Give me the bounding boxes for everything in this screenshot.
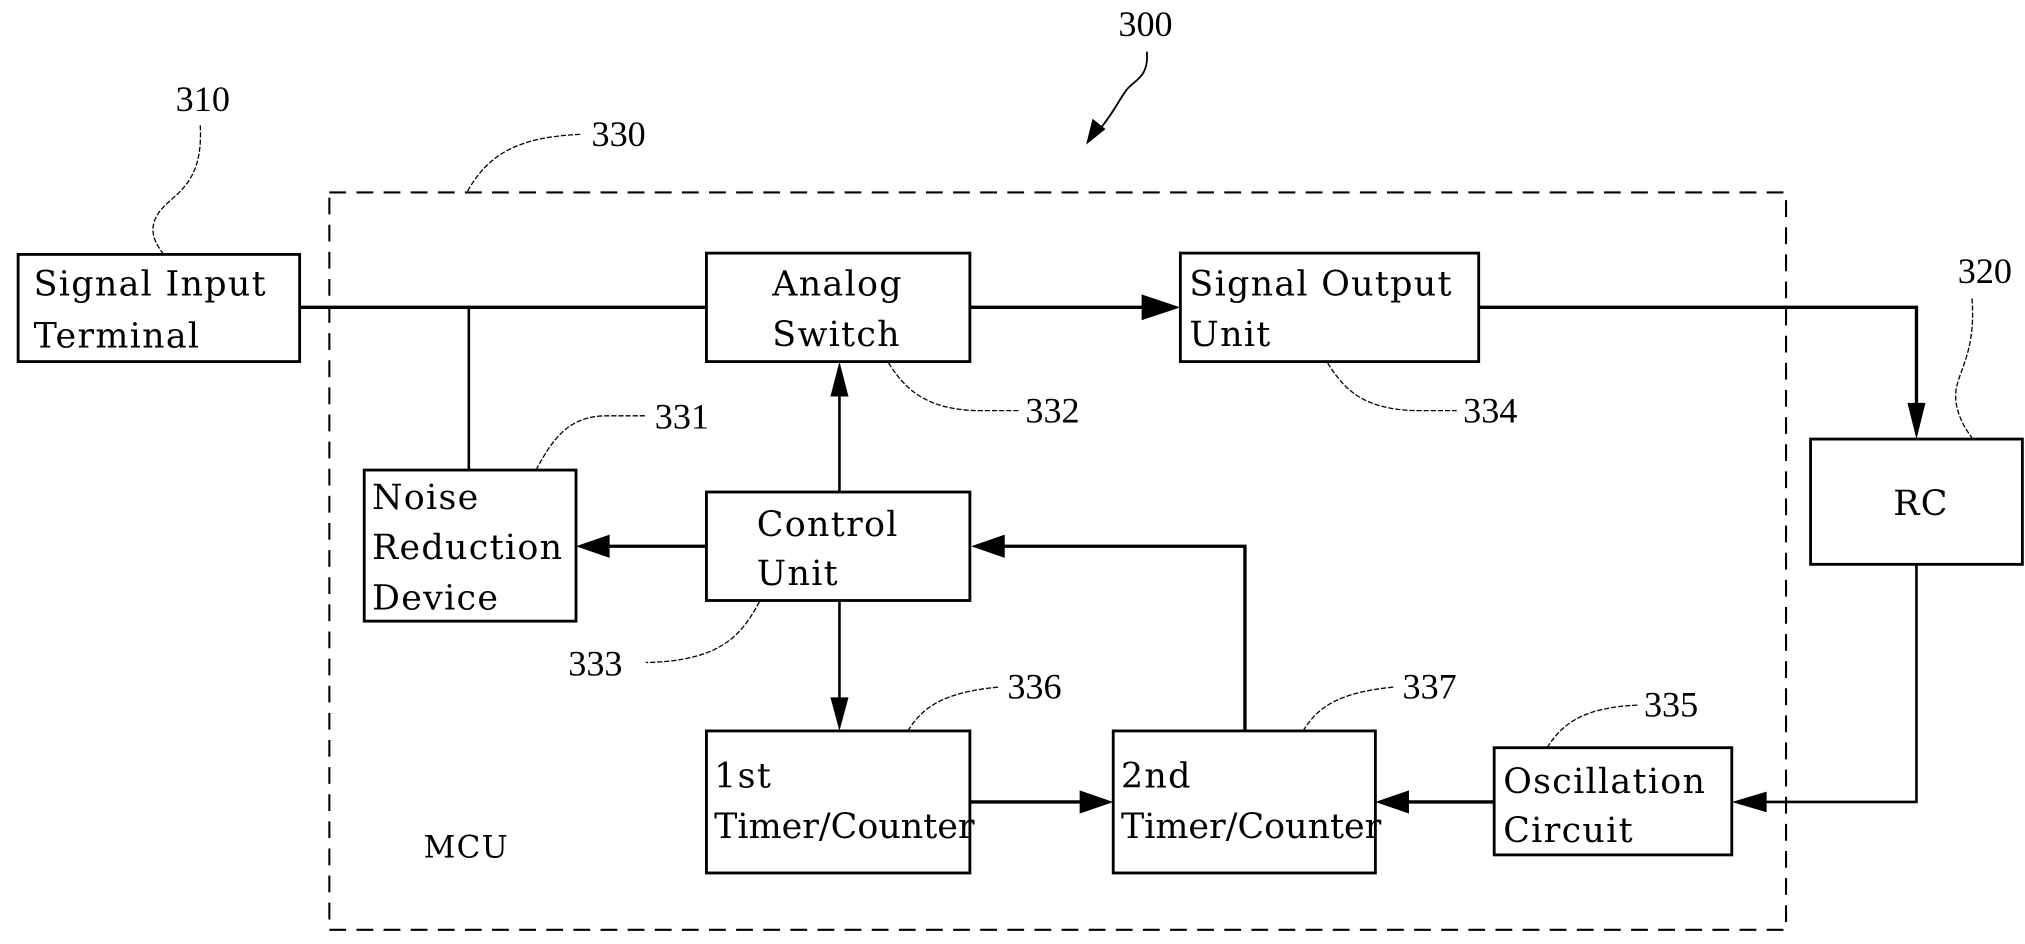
analog-switch-line2: Switch bbox=[772, 315, 901, 355]
analog-switch-ref: 332 bbox=[1025, 390, 1079, 430]
wire-output-to-rc bbox=[1478, 305, 1919, 420]
timer2-line2: Timer/Counter bbox=[1121, 807, 1382, 847]
control-unit-ref: 333 bbox=[568, 643, 622, 683]
arrowhead-rc bbox=[1907, 402, 1926, 440]
rc-ref: 320 bbox=[1958, 251, 2012, 291]
signal-output-line2: Unit bbox=[1189, 315, 1271, 355]
mcu-label: MCU bbox=[424, 829, 509, 865]
control-unit-line2: Unit bbox=[757, 554, 839, 594]
noise-reduction-line1: Noise bbox=[372, 478, 480, 518]
timer1-box bbox=[705, 729, 972, 875]
signal-output-leader bbox=[1327, 362, 1457, 412]
signal-input-leader bbox=[152, 125, 201, 254]
figure-pointer-arrowhead bbox=[1086, 118, 1106, 145]
oscillation-line2: Circuit bbox=[1503, 811, 1634, 851]
arrowhead-timer2-left bbox=[1079, 790, 1114, 814]
signal-input-line1: Signal Input bbox=[34, 265, 267, 305]
timer1-line2: Timer/Counter bbox=[714, 807, 975, 847]
mcu-leader bbox=[466, 133, 582, 192]
arrowhead-noise bbox=[576, 534, 610, 558]
noise-reduction-leader bbox=[535, 415, 646, 471]
signal-input-ref: 310 bbox=[176, 79, 230, 119]
signal-output-line1: Signal Output bbox=[1189, 265, 1452, 305]
arrowhead-control bbox=[971, 534, 1005, 558]
noise-reduction-line2: Reduction bbox=[372, 528, 563, 568]
timer2-leader bbox=[1302, 686, 1395, 732]
oscillation-line1: Oscillation bbox=[1503, 762, 1706, 802]
oscillation-leader bbox=[1546, 704, 1638, 749]
noise-reduction-ref: 331 bbox=[655, 397, 709, 437]
signal-input-line2: Terminal bbox=[34, 316, 201, 356]
timer2-box bbox=[1111, 729, 1377, 875]
control-unit-leader bbox=[645, 601, 760, 664]
rc-leader bbox=[1955, 298, 1974, 439]
noise-reduction-line3: Device bbox=[372, 579, 499, 619]
analog-switch-leader bbox=[887, 362, 1021, 412]
oscillation-ref: 335 bbox=[1644, 685, 1698, 725]
arrowhead-output bbox=[1141, 294, 1181, 321]
timer2-line1: 2nd bbox=[1121, 757, 1192, 797]
timer1-leader bbox=[907, 686, 1000, 732]
analog-switch-line1: Analog bbox=[771, 265, 903, 305]
signal-output-ref: 334 bbox=[1463, 390, 1517, 430]
arrowhead-timer1 bbox=[830, 697, 849, 731]
wire-rc-to-oscillation bbox=[1751, 564, 1918, 804]
figure-pointer-arrow bbox=[1097, 51, 1148, 133]
rc-label: RC bbox=[1893, 484, 1949, 524]
timer1-line1: 1st bbox=[714, 757, 772, 797]
figure-number: 300 bbox=[1118, 4, 1172, 44]
control-unit-line1: Control bbox=[757, 505, 899, 545]
timer1-ref: 336 bbox=[1007, 667, 1061, 707]
block-diagram: 300 MCU 330 Signal Input Terminal 310 An… bbox=[16, 4, 2024, 931]
arrowhead-switch bbox=[830, 361, 849, 397]
mcu-ref: 330 bbox=[592, 114, 646, 154]
timer2-ref: 337 bbox=[1402, 667, 1456, 707]
arrowhead-oscillation bbox=[1731, 791, 1767, 813]
